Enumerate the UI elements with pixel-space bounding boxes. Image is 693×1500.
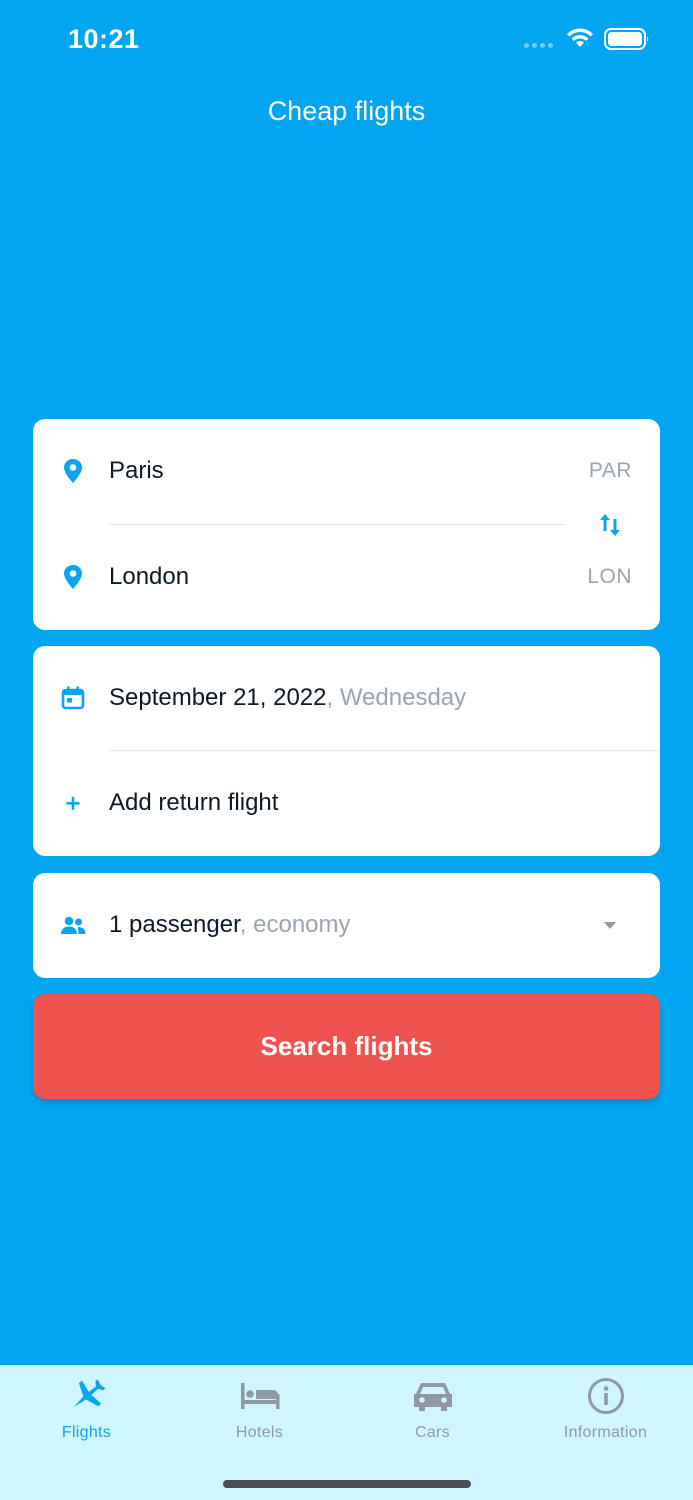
battery-icon (604, 28, 649, 50)
origin-code: PAR (588, 459, 632, 482)
info-icon (588, 1378, 624, 1414)
location-pin-icon (64, 459, 82, 483)
bed-icon (241, 1383, 280, 1409)
departure-date-label: September 21, 2022, Wednesday (109, 684, 466, 712)
tab-label: Flights (61, 1424, 112, 1441)
wifi-icon (567, 28, 593, 47)
location-pin-icon (64, 565, 82, 589)
destination-city: London (109, 563, 190, 590)
origin-city: Paris (109, 457, 164, 484)
chevron-down-icon (604, 922, 616, 929)
destination-code: LON (587, 565, 632, 588)
status-time: 10:21 (68, 24, 140, 54)
route-card: Paris PAR London LON (33, 419, 660, 630)
origin-field[interactable]: Paris PAR (33, 419, 660, 524)
page-title: Cheap flights (267, 96, 426, 126)
cabin-class: , economy (239, 911, 351, 938)
passenger-count: 1 passenger (109, 911, 240, 938)
passenger-summary: 1 passenger, economy (109, 911, 351, 939)
tab-label: Hotels (235, 1424, 284, 1441)
status-bar: 10:21 (0, 0, 693, 80)
date-card: September 21, 2022, Wednesday Add return… (33, 646, 660, 856)
calendar-icon (61, 686, 85, 710)
tab-information[interactable]: Information (519, 1365, 692, 1455)
airplane-icon (73, 1379, 106, 1407)
tab-flights[interactable]: Flights (0, 1365, 173, 1455)
add-return-flight-button[interactable]: Add return flight (33, 751, 660, 856)
add-return-flight-label: Add return flight (109, 789, 279, 816)
tab-bar: Flights Hotels Cars Information (0, 1365, 693, 1500)
tab-label: Cars (415, 1424, 450, 1441)
car-icon (414, 1383, 452, 1411)
departure-date: September 21, 2022 (109, 684, 327, 711)
destination-field[interactable]: London LON (33, 525, 660, 630)
people-icon (61, 916, 86, 934)
passenger-card: 1 passenger, economy (33, 873, 660, 978)
departure-weekday: , Wednesday (326, 684, 467, 711)
departure-date-field[interactable]: September 21, 2022, Wednesday (33, 646, 660, 751)
cellular-signal-icon (524, 43, 553, 48)
plus-icon (66, 796, 80, 810)
home-indicator (223, 1480, 471, 1488)
passenger-class-selector[interactable]: 1 passenger, economy (33, 873, 660, 978)
tab-label: Information (563, 1424, 648, 1441)
search-flights-button[interactable]: Search flights (33, 994, 660, 1099)
tab-hotels[interactable]: Hotels (173, 1365, 346, 1455)
tab-cars[interactable]: Cars (346, 1365, 519, 1455)
